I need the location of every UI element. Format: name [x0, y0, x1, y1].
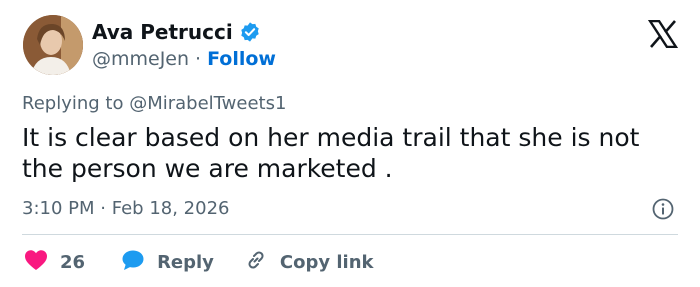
author-handle[interactable]: @mmeJen: [92, 48, 189, 70]
like-button[interactable]: 26: [24, 249, 85, 276]
verified-badge-icon: [239, 21, 261, 43]
heart-icon: [24, 249, 48, 276]
author-handle-row: @mmeJen · Follow: [92, 48, 276, 70]
reply-button[interactable]: Reply: [121, 249, 214, 276]
author-name-row: Ava Petrucci: [92, 20, 261, 44]
replying-to-prefix: Replying to: [22, 93, 130, 114]
meta-separator: ·: [100, 198, 106, 219]
tweet-meta: 3:10 PM · Feb 18, 2026: [22, 198, 229, 219]
author-name[interactable]: Ava Petrucci: [92, 20, 233, 44]
follow-button[interactable]: Follow: [207, 48, 276, 70]
tweet-text: It is clear based on her media trail tha…: [22, 123, 640, 183]
reply-bubble-icon: [121, 249, 145, 276]
x-logo-icon[interactable]: [647, 19, 679, 49]
link-icon: [244, 248, 268, 277]
replying-to-handle[interactable]: @MirabelTweets1: [129, 93, 286, 114]
like-count: 26: [60, 252, 86, 273]
copy-link-label: Copy link: [279, 252, 374, 273]
tweet-date[interactable]: Feb 18, 2026: [112, 198, 230, 219]
action-bar: 26 Reply Copy link: [24, 248, 374, 277]
reply-label: Reply: [157, 252, 214, 273]
tweet-time[interactable]: 3:10 PM: [22, 198, 95, 219]
info-icon[interactable]: [651, 197, 675, 221]
tweet-card: Ava Petrucci @mmeJen · Follow Replying t…: [0, 0, 700, 287]
avatar[interactable]: [23, 15, 83, 75]
divider: [22, 234, 678, 235]
replying-to-line: Replying to @MirabelTweets1: [22, 93, 286, 114]
handle-separator: ·: [195, 48, 202, 70]
copy-link-button[interactable]: Copy link: [244, 248, 374, 277]
